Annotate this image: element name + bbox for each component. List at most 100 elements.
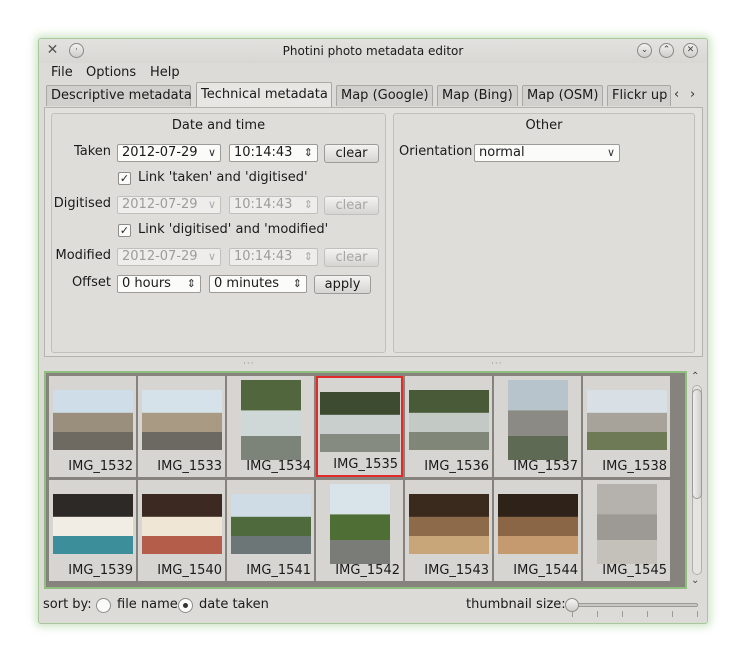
link-taken-checkbox[interactable]: ✓ [118,172,131,185]
chevron-down-icon: ∨ [207,146,216,159]
maximize-icon[interactable]: ⌃ [659,43,674,58]
technical-metadata-panel: Date and time Taken 2012-07-29 ∨ 10:14:43… [44,107,703,357]
photo-thumbnail [141,390,222,450]
image-name-label: IMG_1542 [335,563,400,578]
modified-date-value: 2012-07-29 [122,249,198,264]
orientation-select[interactable]: normal ∨ [474,144,620,162]
image-name-label: IMG_1544 [513,563,578,578]
tab-scroll-right-icon[interactable]: › [690,87,695,102]
title-bar: ✕ · Photini photo metadata editor ⌄ ⌃ ✕ [39,39,707,63]
slider-tick [597,611,598,617]
image-name-label: IMG_1535 [333,457,398,472]
modified-time-value: 10:14:43 [234,249,293,264]
photo-thumbnail [141,494,222,554]
image-name-label: IMG_1543 [424,563,489,578]
image-thumbnail-cell[interactable]: IMG_1540 [138,480,225,581]
orientation-label: Orientation [399,144,473,159]
tab-map-bing[interactable]: Map (Bing) [437,85,518,106]
photo-thumbnail [586,390,667,450]
offset-label: Offset [71,275,111,290]
photo-thumbnail [230,494,311,554]
image-thumbnail-cell[interactable]: IMG_1537 [494,376,581,477]
bottom-bar: sort by: file name date taken thumbnail … [39,595,707,619]
taken-time-field[interactable]: 10:14:43 ⇕ [229,144,318,162]
date-time-title: Date and time [171,118,266,133]
sort-file-name-label: file name [117,597,178,612]
slider-tick [647,611,648,617]
chevron-down-icon: ∨ [606,146,615,159]
modified-clear-button[interactable]: clear [324,248,379,267]
tab-descriptive-metadata[interactable]: Descriptive metadata [46,85,192,106]
link-digitised-checkbox[interactable]: ✓ [118,224,131,237]
menu-file[interactable]: File [51,65,73,80]
photo-thumbnail [596,484,657,564]
vertical-scrollbar[interactable]: ⌃ ⌄ [690,371,704,589]
splitter-grip-right[interactable]: ··· [491,359,503,369]
window-title: Photini photo metadata editor [282,44,464,58]
image-thumbnail-cell[interactable]: IMG_1538 [583,376,670,477]
image-thumbnail-cell[interactable]: IMG_1542 [316,480,403,581]
photo-thumbnail [408,494,489,554]
taken-date-value: 2012-07-29 [122,145,198,160]
digitised-date-field[interactable]: 2012-07-29 ∨ [117,196,221,214]
minimize-icon[interactable]: ⌄ [637,43,652,58]
tab-scroll-left-icon[interactable]: ‹ [674,87,679,102]
offset-minutes-field[interactable]: 0 minutes ⇕ [209,275,307,293]
menu-options[interactable]: Options [86,65,136,80]
spin-icon: ⇕ [303,250,313,263]
image-thumbnail-cell[interactable]: IMG_1541 [227,480,314,581]
photo-thumbnail [329,484,390,564]
thumbnail-size-handle[interactable] [565,598,579,612]
image-thumbnail-cell[interactable]: IMG_1539 [49,480,136,581]
scrollbar-thumb[interactable] [692,389,702,499]
image-thumbnail-cell[interactable]: IMG_1532 [49,376,136,477]
image-name-label: IMG_1541 [246,563,311,578]
digitised-time-value: 10:14:43 [234,197,293,212]
chevron-down-icon: ∨ [207,198,216,211]
main-window: ✕ · Photini photo metadata editor ⌄ ⌃ ✕ … [38,38,708,624]
sort-file-name-radio[interactable] [96,598,111,613]
image-name-label: IMG_1533 [157,459,222,474]
chevron-down-icon: ∨ [207,250,216,263]
tab-technical-metadata[interactable]: Technical metadata [196,82,332,107]
close-icon[interactable]: ✕ [683,43,698,58]
offset-hours-field[interactable]: 0 hours ⇕ [117,275,201,293]
digitised-clear-button[interactable]: clear [324,196,379,215]
image-thumbnail-cell[interactable]: IMG_1545 [583,480,670,581]
radio-selected-dot [183,603,188,608]
scroll-up-icon[interactable]: ⌃ [691,371,699,382]
image-name-label: IMG_1545 [602,563,667,578]
orientation-value: normal [479,145,525,160]
image-thumbnail-cell[interactable]: IMG_1535 [316,376,403,477]
image-name-label: IMG_1532 [68,459,133,474]
taken-clear-button[interactable]: clear [324,144,379,163]
photo-thumbnail [52,494,133,554]
photo-thumbnail [319,392,400,452]
image-thumbnail-cell[interactable]: IMG_1536 [405,376,492,477]
taken-label: Taken [73,144,111,159]
menu-help[interactable]: Help [150,65,180,80]
tab-map-google[interactable]: Map (Google) [336,85,433,106]
image-thumbnail-cell[interactable]: IMG_1543 [405,480,492,581]
modified-date-field[interactable]: 2012-07-29 ∨ [117,248,221,266]
modified-time-field[interactable]: 10:14:43 ⇕ [229,248,318,266]
image-thumbnail-cell[interactable]: IMG_1534 [227,376,314,477]
splitter-grip-left[interactable]: ··· [243,359,255,369]
tab-flickr-upload[interactable]: Flickr up [607,85,671,106]
scroll-down-icon[interactable]: ⌄ [691,575,699,586]
spin-icon: ⇕ [303,146,313,159]
offset-minutes-value: 0 minutes [214,276,280,291]
digitised-time-field[interactable]: 10:14:43 ⇕ [229,196,318,214]
other-title: Other [525,118,563,133]
image-thumbnail-cell[interactable]: IMG_1544 [494,480,581,581]
digitised-label: Digitised [53,196,111,211]
apply-button[interactable]: apply [314,275,371,294]
taken-date-field[interactable]: 2012-07-29 ∨ [117,144,221,162]
thumbnail-size-label: thumbnail size: [466,597,566,612]
thumbnail-size-track[interactable] [572,603,698,607]
tab-bar: Descriptive metadata Technical metadata … [39,82,707,107]
sort-date-taken-radio[interactable] [178,598,193,613]
image-thumbnail-cell[interactable]: IMG_1533 [138,376,225,477]
photo-thumbnail [507,380,568,460]
tab-map-osm[interactable]: Map (OSM) [522,85,603,106]
